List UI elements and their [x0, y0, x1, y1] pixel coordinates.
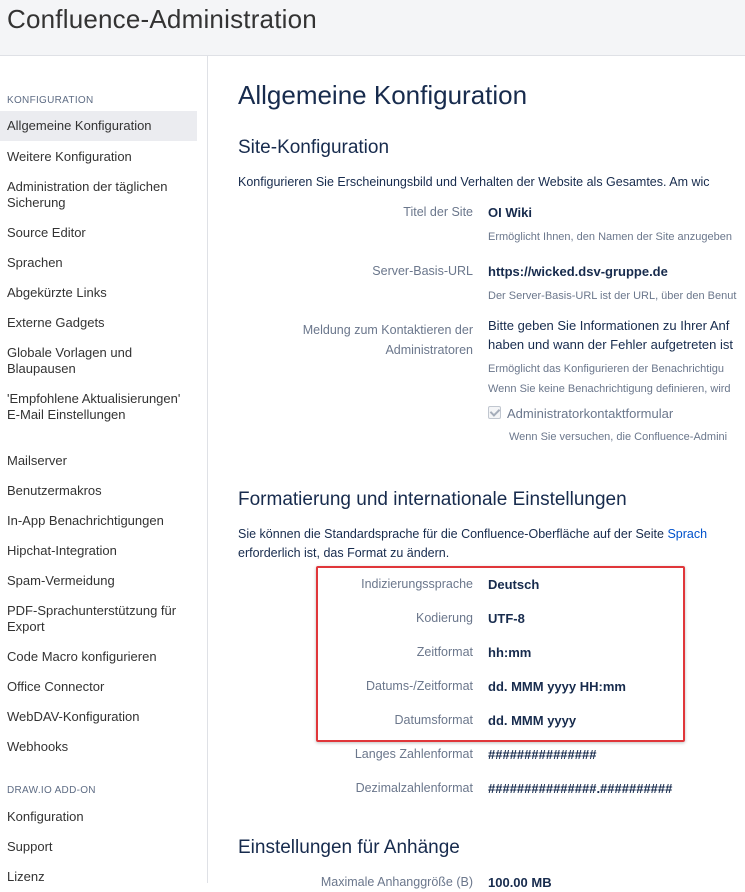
sidebar-item-spam-vermeidung[interactable]: Spam-Vermeidung: [0, 573, 197, 589]
sidebar-item-allgemeine-konfiguration[interactable]: Allgemeine Konfiguration: [0, 111, 197, 141]
sidebar-item-webdav-konfiguration[interactable]: WebDAV-Konfiguration: [0, 709, 197, 725]
long-number-format-label: Langes Zahlenformat: [354, 747, 473, 761]
highlight-box: [316, 566, 685, 742]
contact-message-value-line2: haben und wann der Fehler aufgetreten is…: [488, 337, 734, 352]
sidebar-item-drawio-konfiguration[interactable]: Konfiguration: [0, 809, 197, 825]
page-header: Confluence-Administration: [0, 0, 745, 56]
admin-sidebar: KONFIGURATION Allgemeine Konfiguration W…: [0, 56, 208, 884]
sidebar-item-pdf-sprachunterstuetzung[interactable]: PDF-Sprachunterstützung für Export: [0, 603, 197, 635]
app-title: Confluence-Administration: [7, 4, 317, 34]
sidebar-item-mailserver[interactable]: Mailserver: [0, 453, 197, 469]
contact-message-label-line1: Meldung zum Kontaktieren der: [302, 323, 473, 337]
sidebar-item-sicherung[interactable]: Administration der täglichen Sicherung: [0, 179, 197, 211]
contact-message-description-line1: Ermöglicht das Konfigurieren der Benachr…: [488, 363, 725, 375]
format-intro-line2: erforderlich ist, das Format zu ändern.: [238, 546, 450, 560]
server-url-label: Server-Basis-URL: [372, 264, 473, 278]
sidebar-item-abgekuerzte-links[interactable]: Abgekürzte Links: [0, 285, 197, 301]
contact-message-description-line2: Wenn Sie keine Benachrichtigung definier…: [488, 383, 731, 395]
site-title-value: OI Wiki: [488, 205, 532, 220]
format-intro-line1: Sie können die Standardsprache für die C…: [238, 525, 707, 544]
section-heading-attachments: Einstellungen für Anhänge: [238, 837, 460, 858]
sidebar-item-hipchat-integration[interactable]: Hipchat-Integration: [0, 543, 197, 559]
sidebar-item-drawio-support[interactable]: Support: [0, 839, 197, 855]
sidebar-heading-drawio: DRAW.IO ADD-ON: [7, 785, 96, 796]
sidebar-item-webhooks[interactable]: Webhooks: [0, 739, 197, 755]
section-heading-site: Site-Konfiguration: [238, 137, 390, 158]
sidebar-item-code-macro[interactable]: Code Macro konfigurieren: [0, 649, 197, 665]
sidebar-item-benutzermakros[interactable]: Benutzermakros: [0, 483, 197, 499]
sidebar-heading-konfiguration: KONFIGURATION: [7, 95, 94, 106]
sidebar-item-sprachen[interactable]: Sprachen: [0, 255, 197, 271]
sidebar-item-office-connector[interactable]: Office Connector: [0, 679, 197, 695]
admin-contact-form-label: Administratorkontaktformular: [507, 406, 674, 421]
sidebar-item-in-app-benachrichtigungen[interactable]: In-App Benachrichtigungen: [0, 513, 197, 529]
site-intro-text: Konfigurieren Sie Erscheinungsbild und V…: [238, 175, 710, 189]
decimal-number-format-value: ###############.##########: [488, 781, 673, 796]
server-url-description: Der Server-Basis-URL ist der URL, über d…: [488, 290, 737, 302]
languages-link[interactable]: Sprach: [667, 527, 707, 541]
sidebar-item-source-editor[interactable]: Source Editor: [0, 225, 197, 241]
long-number-format-value: ###############: [488, 747, 597, 762]
checkbox-checked-icon[interactable]: [488, 406, 501, 419]
section-heading-format: Formatierung und internationale Einstell…: [238, 489, 627, 510]
sidebar-item-globale-vorlagen[interactable]: Globale Vorlagen und Blaupausen: [0, 345, 197, 377]
page-title: Allgemeine Konfiguration: [238, 80, 528, 110]
format-intro-text: Sie können die Standardsprache für die C…: [238, 527, 668, 541]
sidebar-item-weitere-konfiguration[interactable]: Weitere Konfiguration: [0, 149, 197, 165]
sidebar-item-empfohlene-aktualisierungen[interactable]: 'Empfohlene Aktualisierungen' E-Mail Ein…: [0, 391, 197, 423]
server-url-value: https://wicked.dsv-gruppe.de: [488, 264, 668, 279]
site-title-label: Titel der Site: [403, 205, 473, 219]
site-title-description: Ermöglicht Ihnen, den Namen der Site anz…: [488, 231, 732, 243]
admin-contact-form-checkbox-row[interactable]: Administratorkontaktformular: [488, 406, 673, 421]
contact-message-value-line1: Bitte geben Sie Informationen zu Ihrer A…: [488, 318, 730, 333]
admin-contact-form-description: Wenn Sie versuchen, die Confluence-Admin…: [509, 431, 728, 443]
decimal-number-format-label: Dezimalzahlenformat: [355, 781, 473, 795]
contact-message-label-line2: Administratoren: [385, 343, 473, 357]
sidebar-item-externe-gadgets[interactable]: Externe Gadgets: [0, 315, 197, 331]
